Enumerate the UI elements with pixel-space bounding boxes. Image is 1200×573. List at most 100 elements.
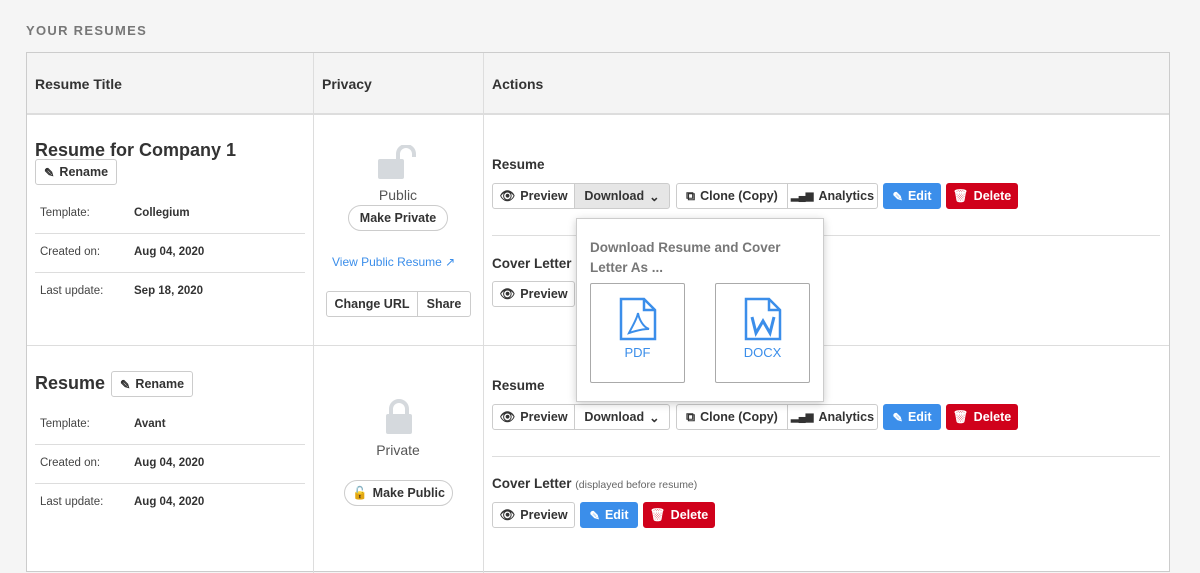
table-header: Resume Title Privacy Actions — [27, 53, 1169, 115]
edit-button[interactable]: ✎ Edit — [883, 183, 941, 209]
cover-edit-button[interactable]: ✎ Edit — [580, 502, 638, 528]
clone-label: Clone (Copy) — [700, 410, 778, 424]
cover-letter-subtitle: Cover Letter (displayed before resume) — [492, 476, 697, 491]
cover-letter-label: Cover Letter — [492, 476, 572, 491]
delete-label: Delete — [973, 410, 1012, 424]
pencil-icon: ✎ — [892, 410, 903, 425]
trash-icon: 🗑 — [952, 188, 969, 203]
delete-label: Delete — [973, 189, 1012, 203]
pencil-icon: ✎ — [892, 189, 903, 204]
template-value: Collegium — [134, 207, 190, 219]
updated-value: Sep 18, 2020 — [134, 285, 204, 297]
lock-icon — [385, 399, 413, 435]
pencil-icon: ✎ — [119, 377, 131, 392]
make-public-button[interactable]: 🔓 Make Public — [344, 480, 453, 506]
created-value: Aug 04, 2020 — [134, 246, 205, 258]
rename-button[interactable]: ✎ Rename — [111, 371, 193, 397]
change-url-button[interactable]: Change URL — [326, 291, 418, 317]
edit-button[interactable]: ✎ Edit — [883, 404, 941, 430]
cover-letter-subtitle: Cover Letter — [492, 256, 572, 271]
clone-button[interactable]: ⧉ Clone (Copy) — [676, 183, 788, 209]
created-label: Created on: — [40, 246, 101, 258]
meta-divider — [35, 233, 305, 234]
external-link-icon: ↗ — [445, 255, 456, 269]
edit-label: Edit — [907, 189, 932, 203]
resume-subtitle: Resume — [492, 157, 545, 172]
delete-button[interactable]: 🗑 Delete — [946, 404, 1018, 430]
header-resume-title: Resume Title — [35, 76, 122, 92]
rename-label: Rename — [135, 377, 185, 391]
download-button[interactable]: Download ⌄ — [574, 404, 670, 430]
rename-label: Rename — [59, 165, 109, 179]
download-pdf-option[interactable]: PDF — [590, 283, 685, 383]
signal-bars-icon: ▂▄▆ — [790, 411, 814, 423]
chevron-down-icon: ⌄ — [649, 410, 660, 425]
column-divider — [313, 53, 314, 573]
pdf-label: PDF — [624, 345, 651, 360]
download-label: Download — [584, 410, 645, 424]
privacy-status: Public — [378, 187, 418, 203]
docx-label: DOCX — [743, 345, 782, 360]
preview-label: Preview — [520, 287, 568, 301]
analytics-button[interactable]: ▂▄▆ Analytics — [787, 183, 878, 209]
meta-divider — [35, 272, 305, 273]
pencil-icon: ✎ — [589, 508, 600, 523]
updated-label: Last update: — [40, 285, 104, 297]
privacy-status: Private — [376, 442, 420, 458]
make-private-button[interactable]: Make Private — [348, 205, 448, 231]
column-divider — [483, 53, 484, 573]
docx-file-icon — [744, 297, 782, 341]
trash-icon: 🗑 — [649, 507, 666, 522]
template-label: Template: — [40, 418, 90, 430]
created-label: Created on: — [40, 457, 101, 469]
make-public-label: Make Public — [372, 486, 445, 500]
resume-title: Resume — [35, 373, 106, 393]
analytics-button[interactable]: ▂▄▆ Analytics — [787, 404, 878, 430]
updated-label: Last update: — [40, 496, 104, 508]
preview-label: Preview — [520, 410, 568, 424]
trash-icon: 🗑 — [952, 409, 969, 424]
preview-button[interactable]: 👁 Preview — [492, 404, 575, 430]
rename-button[interactable]: ✎ Rename — [35, 159, 117, 185]
download-label: Download — [584, 189, 645, 203]
share-button[interactable]: Share — [417, 291, 471, 317]
cover-preview-button[interactable]: 👁 Preview — [492, 502, 575, 528]
chevron-down-icon: ⌄ — [649, 189, 660, 204]
header-actions: Actions — [492, 76, 544, 92]
eye-icon: 👁 — [499, 507, 516, 522]
section-title: YOUR RESUMES — [26, 23, 148, 38]
template-value: Avant — [134, 418, 166, 430]
eye-icon: 👁 — [499, 188, 516, 203]
unlock-icon: 🔓 — [352, 485, 368, 500]
delete-label: Delete — [670, 508, 709, 522]
download-popover: Download Resume and Cover Letter As ... … — [576, 218, 824, 402]
meta-divider — [35, 483, 305, 484]
download-docx-option[interactable]: DOCX — [715, 283, 810, 383]
edit-label: Edit — [604, 508, 629, 522]
header-privacy: Privacy — [322, 76, 372, 92]
section-divider — [492, 456, 1160, 457]
created-value: Aug 04, 2020 — [134, 457, 205, 469]
cover-letter-note: (displayed before resume) — [575, 479, 698, 491]
analytics-label: Analytics — [818, 410, 875, 424]
popover-title: Download Resume and Cover Letter As ... — [590, 240, 781, 275]
preview-button[interactable]: 👁 Preview — [492, 183, 575, 209]
copy-icon: ⧉ — [686, 409, 696, 424]
public-link-label: View Public Resume — [332, 255, 442, 269]
edit-label: Edit — [907, 410, 932, 424]
clone-button[interactable]: ⧉ Clone (Copy) — [676, 404, 788, 430]
download-button[interactable]: Download ⌄ — [574, 183, 670, 209]
resume-subtitle: Resume — [492, 378, 545, 393]
view-public-resume-link[interactable]: View Public Resume ↗ — [332, 255, 455, 269]
cover-preview-button[interactable]: 👁 Preview — [492, 281, 575, 307]
preview-label: Preview — [520, 508, 568, 522]
delete-button[interactable]: 🗑 Delete — [946, 183, 1018, 209]
cover-delete-button[interactable]: 🗑 Delete — [643, 502, 715, 528]
analytics-label: Analytics — [818, 189, 875, 203]
eye-icon: 👁 — [499, 286, 516, 301]
updated-value: Aug 04, 2020 — [134, 496, 205, 508]
eye-icon: 👁 — [499, 409, 516, 424]
pencil-icon: ✎ — [43, 165, 55, 180]
resume-title: Resume for Company 1 — [35, 140, 237, 160]
template-label: Template: — [40, 207, 90, 219]
